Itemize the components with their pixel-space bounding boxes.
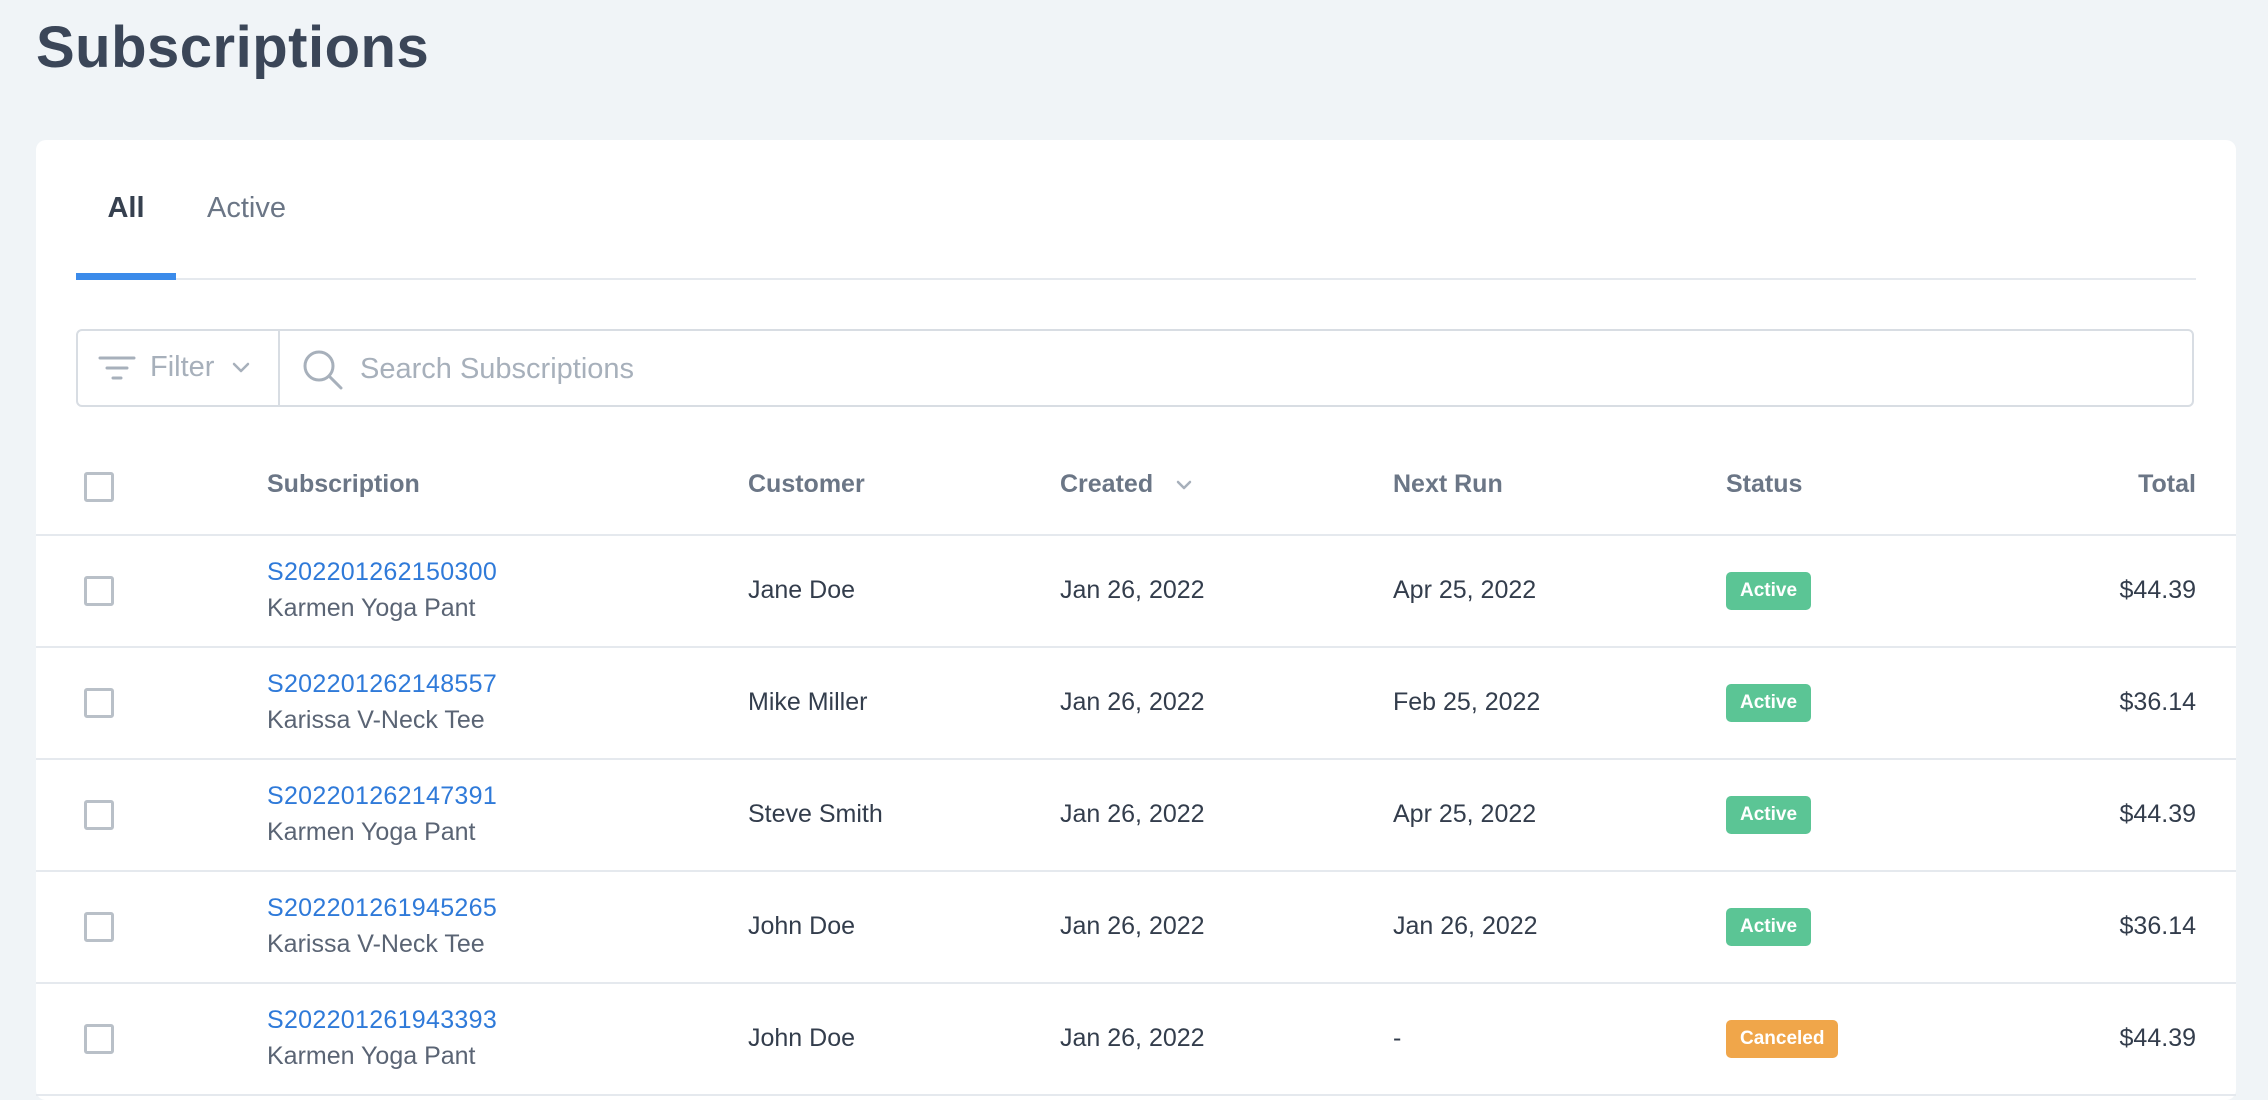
column-header-status[interactable]: Status: [1726, 470, 1802, 499]
customer-cell: Steve Smith: [748, 800, 883, 828]
search-icon: [303, 350, 343, 390]
created-cell: Jan 26, 2022: [1060, 688, 1205, 716]
subscription-id-link[interactable]: S202201262148557: [267, 670, 497, 699]
subscriptions-table: Subscription Customer Created Next Run S…: [36, 440, 2236, 1096]
page-title: Subscriptions: [36, 15, 430, 80]
created-cell: Jan 26, 2022: [1060, 1024, 1205, 1052]
table-row[interactable]: S202201262150300 Karmen Yoga Pant Jane D…: [36, 536, 2236, 648]
table-row[interactable]: S202201261943393 Karmen Yoga Pant John D…: [36, 984, 2236, 1096]
column-header-next-run[interactable]: Next Run: [1393, 470, 1503, 499]
filter-label: Filter: [150, 351, 215, 383]
table-row[interactable]: S202201262147391 Karmen Yoga Pant Steve …: [36, 760, 2236, 872]
subscriptions-card: All Active Filter Subscription Customer: [36, 140, 2236, 1100]
subscription-id-link[interactable]: S202201261943393: [267, 1006, 497, 1035]
subscription-id-link[interactable]: S202201262147391: [267, 782, 497, 811]
table-row[interactable]: S202201262148557 Karissa V-Neck Tee Mike…: [36, 648, 2236, 760]
row-checkbox[interactable]: [84, 688, 114, 718]
row-checkbox[interactable]: [84, 576, 114, 606]
column-header-customer[interactable]: Customer: [748, 470, 865, 499]
subscription-product: Karmen Yoga Pant: [267, 1042, 476, 1070]
subscription-id-link[interactable]: S202201261945265: [267, 894, 497, 923]
total-cell: $44.39: [2119, 1024, 2196, 1052]
column-header-created-label: Created: [1060, 470, 1154, 498]
chevron-down-icon: [232, 362, 250, 373]
sort-chevron-down-icon: [1176, 481, 1192, 490]
tab-all[interactable]: All: [76, 192, 176, 280]
column-header-subscription[interactable]: Subscription: [267, 470, 420, 499]
next-run-cell: -: [1393, 1024, 1402, 1052]
next-run-cell: Feb 25, 2022: [1393, 688, 1541, 716]
total-cell: $44.39: [2119, 800, 2196, 828]
subscription-product: Karissa V-Neck Tee: [267, 706, 485, 734]
table-row[interactable]: S202201261945265 Karissa V-Neck Tee John…: [36, 872, 2236, 984]
subscription-id-link[interactable]: S202201262150300: [267, 558, 497, 587]
created-cell: Jan 26, 2022: [1060, 800, 1205, 828]
status-badge: Active: [1726, 796, 1812, 834]
tab-active[interactable]: Active: [207, 192, 307, 278]
total-cell: $44.39: [2119, 576, 2196, 604]
status-badge: Active: [1726, 908, 1812, 946]
table-header: Subscription Customer Created Next Run S…: [36, 440, 2236, 536]
subscription-product: Karissa V-Neck Tee: [267, 930, 485, 958]
next-run-cell: Jan 26, 2022: [1393, 912, 1538, 940]
tab-bar: All Active: [76, 140, 2196, 280]
filter-icon: [98, 356, 136, 380]
customer-cell: John Doe: [748, 1024, 856, 1052]
status-badge: Active: [1726, 572, 1812, 610]
next-run-cell: Apr 25, 2022: [1393, 800, 1537, 828]
customer-cell: Jane Doe: [748, 576, 856, 604]
row-checkbox[interactable]: [84, 912, 114, 942]
column-header-created[interactable]: Created: [1060, 470, 1192, 499]
filter-button[interactable]: Filter: [78, 331, 280, 405]
row-checkbox[interactable]: [84, 800, 114, 830]
subscription-product: Karmen Yoga Pant: [267, 594, 476, 622]
status-badge: Active: [1726, 684, 1812, 722]
subscription-product: Karmen Yoga Pant: [267, 818, 476, 846]
created-cell: Jan 26, 2022: [1060, 912, 1205, 940]
next-run-cell: Apr 25, 2022: [1393, 576, 1537, 604]
total-cell: $36.14: [2119, 688, 2196, 716]
search-input[interactable]: [358, 341, 2162, 397]
customer-cell: Mike Miller: [748, 688, 868, 716]
select-all-checkbox[interactable]: [84, 472, 114, 502]
customer-cell: John Doe: [748, 912, 856, 940]
column-header-total[interactable]: Total: [2138, 470, 2196, 499]
status-badge: Canceled: [1726, 1020, 1839, 1058]
table-body: S202201262150300 Karmen Yoga Pant Jane D…: [36, 536, 2236, 1096]
row-checkbox[interactable]: [84, 1024, 114, 1054]
created-cell: Jan 26, 2022: [1060, 576, 1205, 604]
filter-search-bar: Filter: [76, 329, 2194, 407]
total-cell: $36.14: [2119, 912, 2196, 940]
